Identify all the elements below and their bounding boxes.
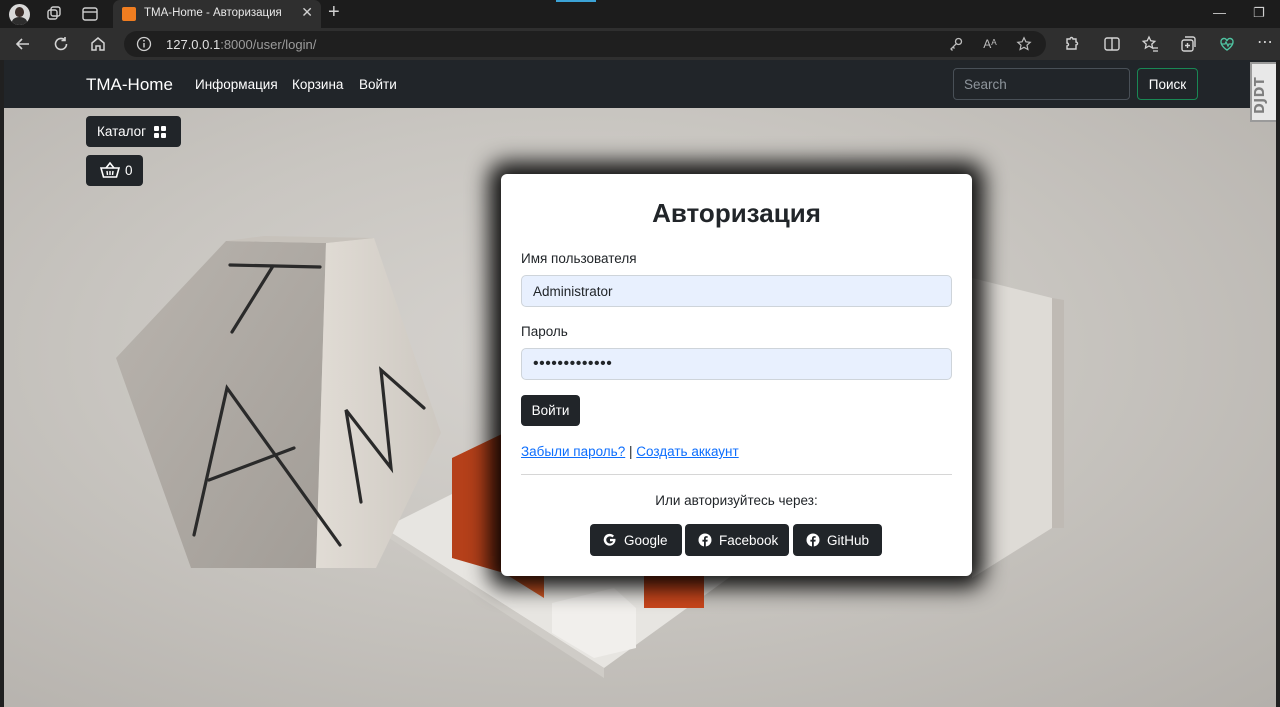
- key-icon[interactable]: [948, 36, 964, 52]
- nav-link-info[interactable]: Информация: [195, 77, 278, 92]
- username-label: Имя пользователя: [521, 251, 637, 266]
- forgot-password-link[interactable]: Забыли пароль?: [521, 444, 625, 459]
- nav-link-login[interactable]: Войти: [359, 77, 397, 92]
- home-icon[interactable]: [88, 34, 108, 54]
- nav-link-cart[interactable]: Корзина: [292, 77, 343, 92]
- close-tab-icon[interactable]: ✕: [301, 4, 313, 21]
- favorites-icon[interactable]: [1140, 34, 1160, 54]
- github-icon: [806, 533, 820, 547]
- account-links: Забыли пароль? | Создать аккаунт: [521, 444, 739, 459]
- password-label: Пароль: [521, 324, 568, 339]
- social-login-caption: Или авторизуйтесь через:: [655, 493, 818, 508]
- search-input[interactable]: [953, 68, 1130, 100]
- read-aloud-icon[interactable]: Aᴬ: [982, 36, 998, 52]
- facebook-icon: [698, 533, 712, 547]
- github-label: GitHub: [827, 532, 870, 548]
- google-login-button[interactable]: Google: [590, 524, 682, 556]
- username-input[interactable]: [521, 275, 952, 307]
- refresh-icon[interactable]: [51, 34, 71, 54]
- facebook-login-button[interactable]: Facebook: [685, 524, 789, 556]
- tab-title: TMA-Home - Авторизация: [144, 7, 282, 19]
- split-screen-icon[interactable]: [1102, 34, 1122, 54]
- login-title: Авторизация: [652, 198, 821, 228]
- site-info-icon[interactable]: [136, 36, 152, 52]
- minimize-icon[interactable]: —: [1213, 5, 1226, 20]
- catalog-label: Каталог: [97, 124, 147, 139]
- favorite-star-icon[interactable]: [1016, 36, 1032, 52]
- debug-toolbar-label: DJDT: [1253, 76, 1268, 114]
- tab-actions-icon[interactable]: [80, 4, 100, 24]
- cart-button[interactable]: 0: [86, 155, 143, 186]
- active-tab[interactable]: TMA-Home - Авторизация ✕: [113, 0, 321, 28]
- web-page: TMA-Home Информация Корзина Войти Поиск …: [4, 60, 1276, 707]
- site-brand[interactable]: TMA-Home: [86, 75, 173, 95]
- cart-count: 0: [125, 163, 133, 178]
- restore-icon[interactable]: ❐: [1253, 5, 1265, 21]
- google-label: Google: [624, 532, 668, 548]
- browser-essentials-icon[interactable]: [1217, 34, 1237, 54]
- github-login-button[interactable]: GitHub: [793, 524, 882, 556]
- login-card: Авторизация Имя пользователя Пароль Войт…: [501, 174, 972, 576]
- basket-icon: [100, 161, 120, 178]
- create-account-link[interactable]: Создать аккаунт: [636, 444, 738, 459]
- password-input[interactable]: [521, 348, 952, 380]
- search-button[interactable]: Поиск: [1137, 68, 1198, 100]
- site-favicon-icon: [122, 7, 136, 21]
- tab-accent-line: [556, 0, 596, 2]
- more-menu-icon[interactable]: ⋯: [1255, 34, 1275, 54]
- browser-tab-bar: TMA-Home - Авторизация ✕ + — ❐: [0, 0, 1280, 28]
- login-submit-button[interactable]: Войти: [521, 395, 580, 426]
- workspaces-icon[interactable]: [44, 4, 64, 24]
- browser-toolbar: 127.0.0.1:8000/user/login/ Aᴬ ⋯: [0, 28, 1280, 60]
- debug-toolbar-handle[interactable]: DJDT: [1250, 62, 1276, 122]
- facebook-label: Facebook: [719, 532, 779, 548]
- url-text[interactable]: 127.0.0.1:8000/user/login/: [166, 37, 316, 52]
- catalog-button[interactable]: Каталог: [86, 116, 181, 147]
- profile-avatar[interactable]: [9, 4, 30, 25]
- extensions-icon[interactable]: [1061, 34, 1081, 54]
- new-tab-icon[interactable]: +: [328, 1, 340, 24]
- address-bar[interactable]: 127.0.0.1:8000/user/login/ Aᴬ: [124, 31, 1046, 57]
- url-path: :8000/user/login/: [220, 37, 317, 52]
- divider: [521, 474, 952, 475]
- grid-icon: [154, 126, 166, 138]
- link-separator: |: [629, 444, 633, 459]
- collections-icon[interactable]: [1178, 34, 1198, 54]
- url-host: 127.0.0.1: [166, 37, 221, 52]
- google-icon: [603, 533, 616, 546]
- back-icon[interactable]: [13, 34, 33, 54]
- site-navbar: TMA-Home Информация Корзина Войти Поиск: [4, 60, 1276, 108]
